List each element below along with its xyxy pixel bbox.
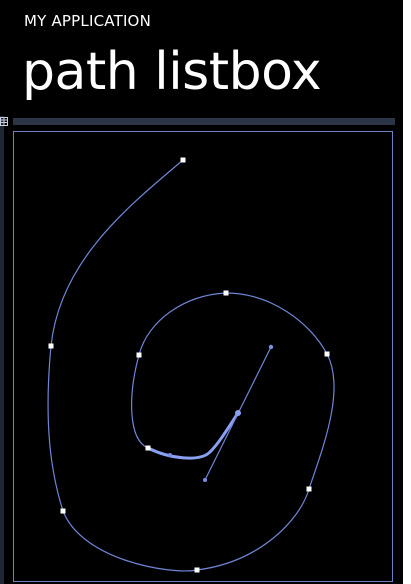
control-point-1[interactable] bbox=[268, 344, 274, 350]
anchor-handle-4[interactable] bbox=[194, 567, 200, 573]
anchor-handle-2[interactable] bbox=[48, 343, 54, 349]
control-point-2[interactable] bbox=[235, 410, 241, 416]
anchor-handle-5[interactable] bbox=[306, 486, 312, 492]
control-point-4[interactable] bbox=[168, 453, 172, 457]
control-point-3[interactable] bbox=[203, 478, 207, 482]
path-canvas bbox=[47, 157, 335, 573]
spiral-path bbox=[47, 159, 335, 572]
anchor-handle-9[interactable] bbox=[145, 445, 151, 451]
anchor-handle-1[interactable] bbox=[180, 157, 186, 163]
anchor-handle-3[interactable] bbox=[60, 508, 66, 514]
selected-segment[interactable] bbox=[147, 412, 240, 460]
anchor-handle-7[interactable] bbox=[223, 290, 229, 296]
anchor-handle-6[interactable] bbox=[324, 351, 330, 357]
anchor-handle-8[interactable] bbox=[136, 352, 142, 358]
